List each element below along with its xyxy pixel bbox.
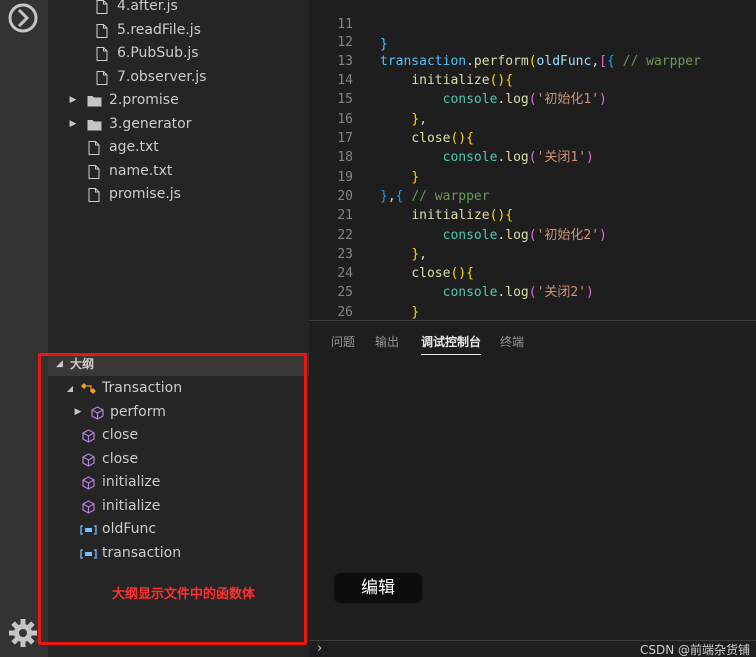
file-label: 6.PubSub.js: [117, 45, 199, 61]
explorer-file-item[interactable]: age.txt: [48, 136, 309, 159]
code-line: 23 close(){: [309, 226, 756, 281]
code-line: 16 close(){: [309, 91, 756, 146]
explorer-file-item[interactable]: promise.js: [48, 183, 309, 206]
code-line: 20 initialize(){: [309, 168, 756, 223]
file-label: age.txt: [109, 139, 159, 155]
file-label: 4.after.js: [117, 0, 178, 14]
chevron-right-icon[interactable]: ▶: [68, 113, 78, 136]
code-line: 21 console.log('初始化2'): [309, 187, 756, 242]
file-label: promise.js: [109, 186, 181, 202]
code-line: 13 initialize(){: [309, 33, 756, 88]
explorer-file-item[interactable]: 4.after.js: [48, 0, 309, 18]
explorer-file-item[interactable]: 6.PubSub.js: [48, 42, 309, 65]
tab-debug-console[interactable]: 调试控制台: [421, 333, 482, 355]
explorer-file-item[interactable]: 7.observer.js: [48, 66, 309, 89]
folder-icon: [87, 96, 102, 107]
code-line: 12 transaction.perform(oldFunc,[{ // war…: [309, 13, 756, 69]
file-label: 5.readFile.js: [117, 21, 201, 38]
highlight-box: [38, 353, 307, 645]
code-line: 26 }]);: [309, 284, 756, 339]
code-line: 18 }: [309, 129, 756, 184]
code-line: 17 console.log('关闭1'): [309, 110, 756, 165]
file-label: 7.observer.js: [117, 68, 207, 85]
folder-icon: [87, 119, 102, 130]
explorer-folder-item[interactable]: ▶ 2.promise: [48, 89, 309, 112]
code-line: 25 }: [309, 264, 756, 319]
watermark: CSDN @前端杂货铺: [639, 643, 750, 657]
code-line: 22 },: [309, 206, 756, 262]
folder-label: 3.generator: [109, 115, 192, 132]
tab-output[interactable]: 输出: [375, 333, 399, 355]
file-icon: [88, 188, 100, 202]
code-line: 24 console.log('关闭2'): [309, 245, 756, 300]
explorer-file-item[interactable]: name.txt: [48, 160, 309, 183]
file-icon: [88, 164, 100, 179]
code-line: 15 },: [309, 71, 756, 126]
code-line: 19 },{ // warpper: [309, 148, 756, 204]
gear-icon[interactable]: [7, 617, 39, 649]
remote-icon[interactable]: [7, 2, 39, 34]
file-icon: [96, 0, 108, 14]
tab-problems[interactable]: 问题: [331, 333, 355, 355]
panel-input-bar[interactable]: › CSDN @前端杂货铺: [309, 640, 756, 657]
code-line: 14 console.log('初始化1'): [309, 52, 756, 107]
file-icon: [96, 70, 108, 85]
file-icon: [96, 23, 108, 38]
chevron-right-icon: ›: [317, 641, 323, 656]
chevron-right-icon[interactable]: ▶: [68, 89, 78, 112]
folder-label: 2.promise: [109, 92, 179, 108]
tab-terminal[interactable]: 终端: [500, 333, 524, 355]
file-icon: [96, 47, 108, 61]
file-label: name.txt: [109, 162, 173, 179]
edit-label: 编辑: [334, 573, 422, 603]
explorer-folder-item[interactable]: ▶ 3.generator: [48, 113, 309, 136]
file-icon: [88, 141, 100, 155]
code-editor[interactable]: 11 } 12 transaction.perform(oldFunc,[{ /…: [309, 0, 756, 339]
explorer-file-item[interactable]: 5.readFile.js: [48, 19, 309, 42]
